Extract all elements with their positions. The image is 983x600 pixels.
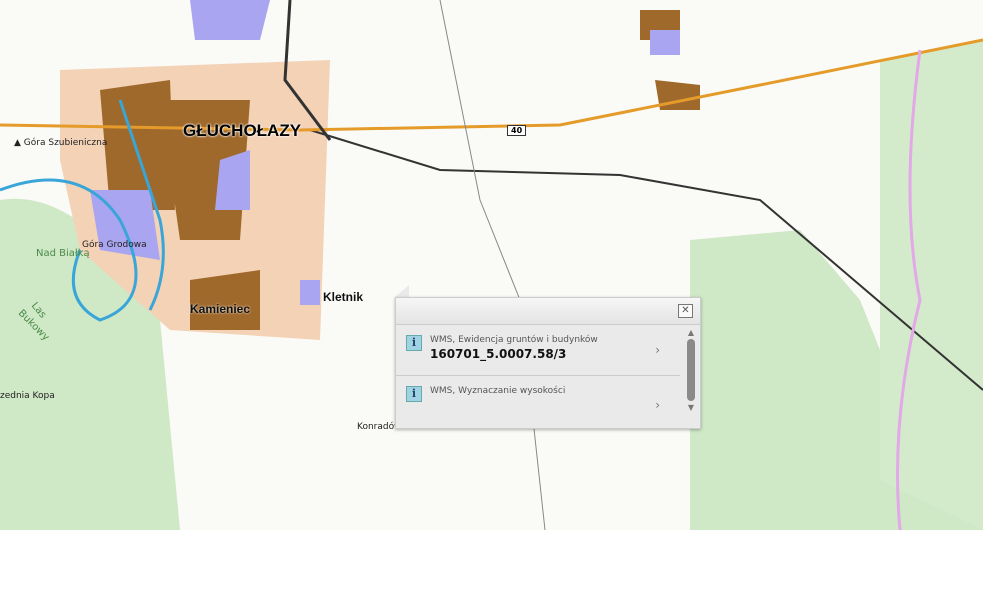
city-label: GŁUCHOŁAZY (183, 121, 302, 140)
popup-pointer (395, 285, 409, 297)
result-item[interactable]: i WMS, Wyznaczanie wysokości › (396, 376, 680, 426)
chevron-right-icon[interactable]: › (655, 343, 660, 357)
chevron-right-icon[interactable]: › (655, 398, 660, 412)
scroll-up-icon[interactable]: ▲ (685, 328, 697, 337)
road-number-badge: 40 (507, 125, 527, 136)
close-icon[interactable]: ✕ (678, 304, 693, 318)
map-tiles (0, 0, 983, 530)
popup-header: ✕ (396, 298, 700, 325)
layer-name: WMS, Wyznaczanie wysokości (430, 386, 566, 396)
peak-name: Góra Szubieniczna (23, 138, 108, 148)
parcel-id: 160701_5.0007.58/3 (430, 347, 567, 361)
identify-popup: ✕ i WMS, Ewidencja gruntów i budynków 16… (395, 297, 701, 429)
info-icon: i (406, 335, 422, 351)
place-label-kletnik: Kletnik (323, 290, 364, 304)
peak-label-szubieniczna: ▲ Góra Szubieniczna (14, 138, 108, 148)
area-label-nad-bialka: Nad Białką (36, 248, 90, 259)
peak-label-srednia-kopa: zednia Kopa (0, 391, 55, 401)
peak-label-grodowa: Góra Grodowa (82, 240, 147, 250)
popup-scrollbar[interactable]: ▲ ▼ (685, 328, 697, 422)
place-label-kamieniec: Kamieniec (190, 302, 251, 316)
info-icon: i (406, 386, 422, 402)
map-canvas[interactable]: GŁUCHOŁAZY Kamieniec Kletnik Konradów ▲ … (0, 0, 983, 530)
scroll-down-icon[interactable]: ▼ (685, 403, 697, 412)
result-item[interactable]: i WMS, Ewidencja gruntów i budynków 1607… (396, 325, 680, 376)
scroll-thumb[interactable] (687, 339, 695, 401)
layer-name: WMS, Ewidencja gruntów i budynków (430, 335, 598, 345)
